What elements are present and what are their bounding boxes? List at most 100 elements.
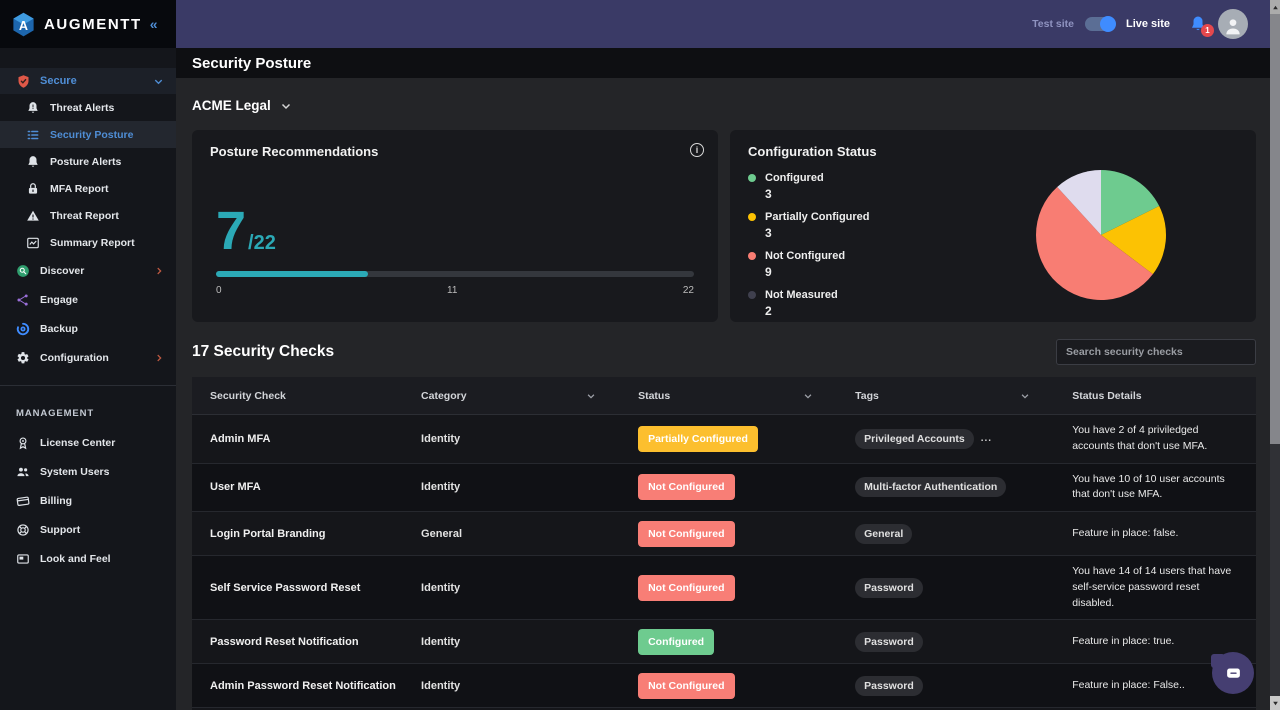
sidebar-item-backup[interactable]: Backup: [0, 314, 176, 343]
users-icon: [16, 465, 30, 479]
security-checks-header: 17 Security Checks: [192, 339, 1256, 365]
sidebar-group-label: Secure: [40, 75, 77, 87]
sidebar-item-support[interactable]: Support: [0, 515, 176, 544]
configuration-pie-chart: [1034, 168, 1168, 302]
sidebar-item-label: Threat Alerts: [50, 102, 114, 114]
scale-max: 22: [683, 285, 694, 296]
column-header-category[interactable]: Category: [409, 390, 626, 402]
check-category: Identity: [409, 582, 626, 594]
legend-dot-icon: [748, 252, 756, 260]
configuration-status-card: Configuration Status Configured3Partiall…: [730, 130, 1256, 322]
bell-icon: [26, 155, 40, 169]
avatar[interactable]: [1218, 9, 1248, 39]
sidebar-item-billing[interactable]: Billing: [0, 486, 176, 515]
tag-pill[interactable]: Privileged Accounts: [855, 429, 974, 449]
sidebar-item-threat-report[interactable]: Threat Report: [0, 202, 176, 229]
billing-icon: [16, 494, 30, 508]
logo-bar: A AUGMENTT «: [0, 0, 176, 48]
check-category: Identity: [409, 433, 626, 445]
sidebar-item-summary-report[interactable]: Summary Report: [0, 229, 176, 256]
check-status-details: Feature in place: false.: [1060, 518, 1256, 550]
table-row[interactable]: Password Reset NotificationIdentityConfi…: [192, 620, 1256, 664]
site-toggle[interactable]: [1085, 17, 1115, 31]
chevron-down-icon[interactable]: [1020, 391, 1030, 401]
sidebar-item-security-posture[interactable]: Security Posture: [0, 121, 176, 148]
status-badge: Not Configured: [638, 521, 734, 547]
tag-pill[interactable]: General: [855, 524, 912, 544]
column-label: Tags: [855, 390, 879, 402]
warning-icon: [26, 209, 40, 223]
table-row[interactable]: User MFAIdentityNot ConfiguredMulti-fact…: [192, 464, 1256, 513]
tag-pill[interactable]: Multi-factor Authentication: [855, 477, 1006, 497]
table-row[interactable]: Admin MFAIdentityPartially ConfiguredPri…: [192, 415, 1256, 464]
table-row[interactable]: Self Service Password ResetIdentityNot C…: [192, 556, 1256, 620]
chevron-down-icon[interactable]: [586, 391, 596, 401]
check-category: Identity: [409, 680, 626, 692]
scroll-down-button[interactable]: [1270, 696, 1280, 710]
org-selector[interactable]: ACME Legal: [192, 98, 292, 113]
table-row[interactable]: Login Portal BrandingGeneralNot Configur…: [192, 512, 1256, 556]
search-input[interactable]: [1056, 339, 1256, 365]
legend-label: Configured: [765, 172, 824, 184]
check-status-cell: Not Configured: [626, 521, 843, 547]
toggle-knob[interactable]: [1100, 16, 1116, 32]
status-badge: Not Configured: [638, 474, 734, 500]
notification-count-badge: 1: [1201, 24, 1214, 37]
column-label: Status Details: [1072, 390, 1141, 402]
sidebar-item-label: Configuration: [40, 352, 109, 364]
sidebar-item-label: Summary Report: [50, 237, 135, 249]
scrollbar-thumb[interactable]: [1270, 14, 1280, 444]
check-name: Self Service Password Reset: [192, 576, 409, 600]
sidebar-item-system-users[interactable]: System Users: [0, 457, 176, 486]
chevron-down-icon[interactable]: [803, 391, 813, 401]
tag-pill[interactable]: Password: [855, 632, 923, 652]
notifications-button[interactable]: 1: [1189, 15, 1207, 33]
sidebar-collapse-button[interactable]: «: [150, 16, 158, 32]
column-label: Category: [421, 390, 467, 402]
check-tags: Password: [843, 578, 1060, 598]
shield-icon: [16, 74, 31, 89]
info-icon[interactable]: i: [690, 143, 704, 157]
check-name: Admin Password Reset Notification: [192, 674, 409, 698]
sidebar-item-mfa-report[interactable]: MFA Report: [0, 175, 176, 202]
sidebar-item-look-and-feel[interactable]: Look and Feel: [0, 544, 176, 573]
table-header: Security Check Category Status Tags: [192, 377, 1256, 415]
column-header-tags[interactable]: Tags: [843, 390, 1060, 402]
sidebar-item-threat-alerts[interactable]: Threat Alerts: [0, 94, 176, 121]
column-header-status[interactable]: Status: [626, 390, 843, 402]
sidebar-item-engage[interactable]: Engage: [0, 285, 176, 314]
check-category: Identity: [409, 636, 626, 648]
posture-score-value: 7: [216, 209, 245, 255]
check-name: Password Reset Notification: [192, 630, 409, 654]
security-checks-table: Security Check Category Status Tags: [192, 377, 1256, 710]
page-title-bar: Security Posture: [176, 48, 1280, 78]
sidebar-item-label: Threat Report: [50, 210, 119, 222]
panel-icon: [16, 552, 30, 566]
status-badge: Not Configured: [638, 673, 734, 699]
card-title: Posture Recommendations: [210, 144, 700, 159]
check-status-cell: Not Configured: [626, 474, 843, 500]
check-category: General: [409, 528, 626, 540]
chevron-down-icon: [153, 76, 164, 87]
sidebar-item-license-center[interactable]: License Center: [0, 428, 176, 457]
posture-progress-bar: [216, 271, 694, 277]
chevron-down-icon: [280, 100, 292, 112]
vertical-scrollbar[interactable]: [1270, 0, 1280, 710]
backup-icon: [16, 322, 30, 336]
management-section-label: MANAGEMENT: [0, 386, 176, 428]
sidebar-item-posture-alerts[interactable]: Posture Alerts: [0, 148, 176, 175]
sidebar-item-label: MFA Report: [50, 183, 109, 195]
scroll-up-button[interactable]: [1270, 0, 1280, 14]
sidebar-group-secure[interactable]: Secure: [0, 68, 176, 94]
main-content: ACME Legal Posture Recommendations i 7 /…: [176, 78, 1280, 710]
table-row[interactable]: Admin Password Reset NotificationIdentit…: [192, 664, 1256, 708]
tag-pill[interactable]: Password: [855, 676, 923, 696]
tags-overflow-indicator[interactable]: ...: [981, 433, 992, 444]
check-status-cell: Partially Configured: [626, 426, 843, 452]
status-badge: Partially Configured: [638, 426, 758, 452]
sidebar-item-discover[interactable]: Discover: [0, 256, 176, 285]
chat-launcher-button[interactable]: [1212, 652, 1254, 694]
summary-cards: Posture Recommendations i 7 /22 0 11 22 …: [192, 130, 1256, 322]
tag-pill[interactable]: Password: [855, 578, 923, 598]
sidebar-item-configuration[interactable]: Configuration: [0, 343, 176, 372]
